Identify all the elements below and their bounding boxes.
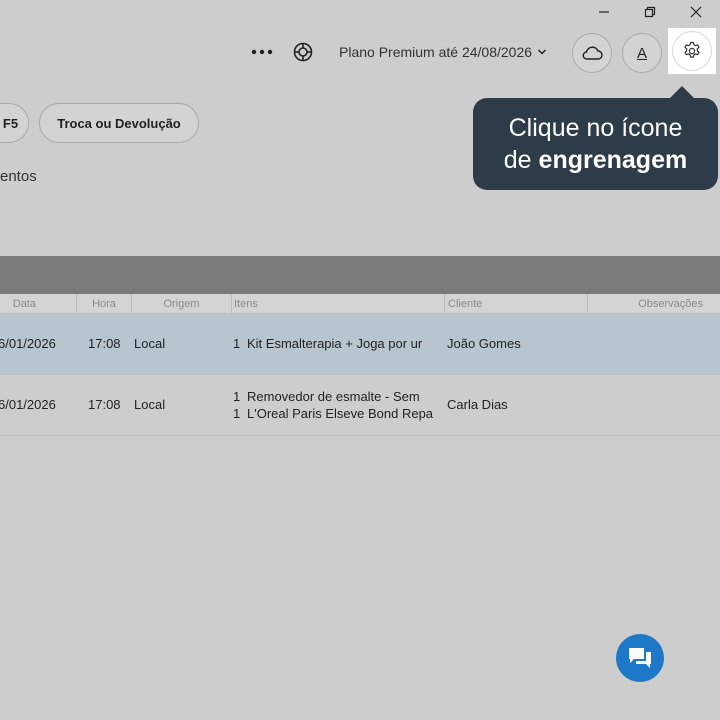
table-row[interactable]: 6/01/2026 17:08 Local 1 Removedor de esm…	[0, 375, 720, 436]
cell-origin: Local	[134, 336, 166, 351]
cell-client: Carla Dias	[447, 397, 508, 412]
restore-icon	[644, 6, 656, 18]
cell-item-name: L'Oreal Paris Elseve Bond Repa	[247, 406, 434, 421]
table-toolbar-band	[0, 256, 720, 294]
column-header-client[interactable]: Cliente	[445, 294, 588, 314]
close-button[interactable]	[676, 0, 716, 24]
partial-action-label: F5	[2, 115, 19, 131]
more-button[interactable]	[248, 40, 276, 64]
column-header-time[interactable]: Hora	[77, 294, 132, 314]
tooltip-line2-prefix: de	[503, 146, 539, 174]
column-header-notes[interactable]: Observações	[588, 294, 720, 314]
partial-action-button[interactable]: F5	[0, 103, 29, 143]
tooltip-line2-bold: engrenagem	[538, 146, 688, 174]
cell-item-name: Kit Esmalterapia + Joga por ur	[247, 336, 423, 351]
return-exchange-label: Troca ou Devolução	[57, 115, 181, 131]
tooltip: Clique no ícone de engrenagem	[473, 98, 718, 190]
return-exchange-button[interactable]: Troca ou Devolução	[39, 103, 199, 143]
lifebuoy-icon	[293, 42, 313, 62]
cell-time: 17:08	[88, 336, 121, 351]
cell-origin: Local	[134, 397, 166, 412]
table-header: Data Hora Origem Itens Cliente Observaçõ…	[0, 294, 720, 314]
column-header-date[interactable]: Data	[0, 294, 77, 314]
chat-icon	[629, 648, 651, 668]
column-header-origin[interactable]: Origem	[132, 294, 232, 314]
cell-date: 6/01/2026	[0, 336, 56, 351]
table-row[interactable]: 6/01/2026 17:08 Local 1 Kit Esmalterapia…	[0, 314, 720, 375]
cell-item-qty: 1	[233, 336, 241, 351]
tooltip-line2: de engrenagem	[473, 144, 718, 176]
gear-icon	[684, 41, 700, 58]
more-dots-icon	[251, 49, 273, 55]
minimize-button[interactable]	[584, 0, 624, 24]
chat-button[interactable]	[616, 634, 664, 682]
plan-selector[interactable]: Plano Premium até 24/08/2026	[339, 44, 547, 60]
cloud-sync-button[interactable]	[572, 33, 612, 73]
settings-highlight	[668, 28, 716, 74]
restore-button[interactable]	[630, 0, 670, 24]
cell-item-qty: 1	[233, 389, 241, 404]
plan-label: Plano Premium até 24/08/2026	[339, 44, 533, 60]
settings-button[interactable]	[672, 31, 712, 71]
cell-time: 17:08	[88, 397, 121, 412]
chevron-down-icon	[537, 49, 547, 55]
font-button-label: A	[636, 44, 647, 62]
close-icon	[690, 6, 702, 18]
column-header-items[interactable]: Itens	[232, 294, 445, 314]
cell-date: 6/01/2026	[0, 397, 56, 412]
tooltip-line1: Clique no ícone	[508, 114, 683, 142]
cloud-icon	[582, 46, 603, 60]
minimize-icon	[599, 11, 609, 13]
cell-item-name: Removedor de esmalte - Sem	[247, 389, 420, 404]
cell-client: João Gomes	[447, 336, 521, 351]
section-title: entos	[0, 168, 37, 185]
font-size-button[interactable]: A	[622, 33, 662, 73]
cell-item-qty: 1	[233, 406, 241, 421]
support-button[interactable]	[291, 40, 315, 64]
